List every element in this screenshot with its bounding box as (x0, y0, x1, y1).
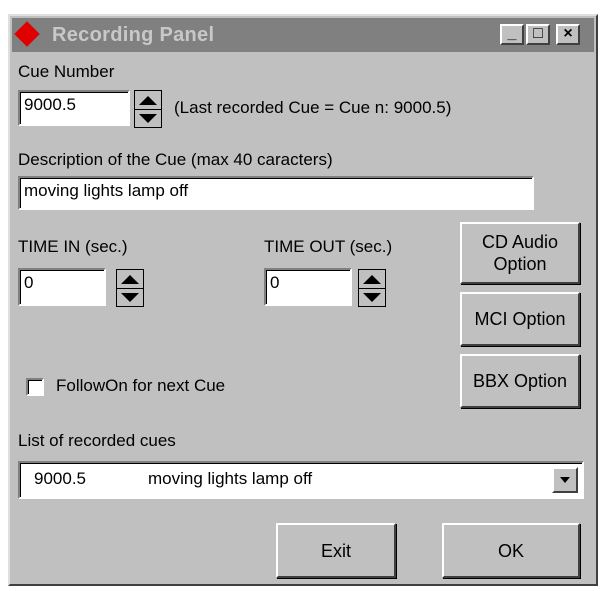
maximize-button[interactable]: □ (526, 24, 550, 45)
spin-up-arrow-icon[interactable] (359, 270, 385, 289)
time-in-spinner[interactable] (116, 269, 144, 307)
time-out-input[interactable]: 0 (264, 268, 352, 306)
description-label: Description of the Cue (max 40 caracters… (18, 150, 333, 169)
last-recorded-cue-text: (Last recorded Cue = Cue n: 9000.5) (174, 98, 452, 117)
time-out-spinner[interactable] (358, 269, 386, 307)
red-diamond-app-icon (14, 21, 40, 47)
followon-label: FollowOn for next Cue (56, 376, 226, 395)
followon-checkbox[interactable] (26, 378, 44, 396)
selected-cue-number: 9000.5 (34, 469, 86, 488)
spin-down-arrow-icon[interactable] (117, 288, 143, 306)
cd-audio-option-label-line2: Option (493, 254, 547, 274)
dropdown-arrow-icon[interactable] (552, 467, 578, 493)
minimize-button[interactable]: _ (500, 24, 524, 45)
cue-number-input[interactable]: 9000.5 (18, 90, 130, 126)
spin-up-arrow-icon[interactable] (117, 270, 143, 289)
cue-number-label: Cue Number (18, 62, 115, 81)
recording-panel-window: Recording Panel _ □ × Cue Number 9000.5 … (8, 14, 598, 586)
title-bar[interactable]: Recording Panel _ □ × (12, 18, 594, 52)
description-input[interactable]: moving lights lamp off (18, 176, 534, 210)
bbx-option-button[interactable]: BBX Option (460, 354, 580, 408)
exit-button[interactable]: Exit (276, 523, 396, 578)
ok-button[interactable]: OK (442, 523, 580, 578)
mci-option-button[interactable]: MCI Option (460, 292, 580, 346)
recorded-cues-label: List of recorded cues (18, 431, 176, 450)
cue-number-spinner[interactable] (134, 90, 162, 128)
time-in-input[interactable]: 0 (18, 268, 106, 306)
cd-audio-option-button[interactable]: CD Audio Option (460, 222, 580, 284)
close-button[interactable]: × (556, 24, 580, 45)
cd-audio-option-label-line1: CD Audio (481, 232, 559, 252)
time-in-label: TIME IN (sec.) (18, 237, 128, 256)
window-title: Recording Panel (52, 24, 215, 46)
time-out-label: TIME OUT (sec.) (264, 237, 393, 256)
spin-down-arrow-icon[interactable] (135, 109, 161, 127)
recorded-cues-dropdown[interactable]: 9000.5 moving lights lamp off (18, 461, 584, 499)
spin-up-arrow-icon[interactable] (135, 91, 161, 110)
spin-down-arrow-icon[interactable] (359, 288, 385, 306)
selected-cue-description: moving lights lamp off (148, 469, 313, 488)
